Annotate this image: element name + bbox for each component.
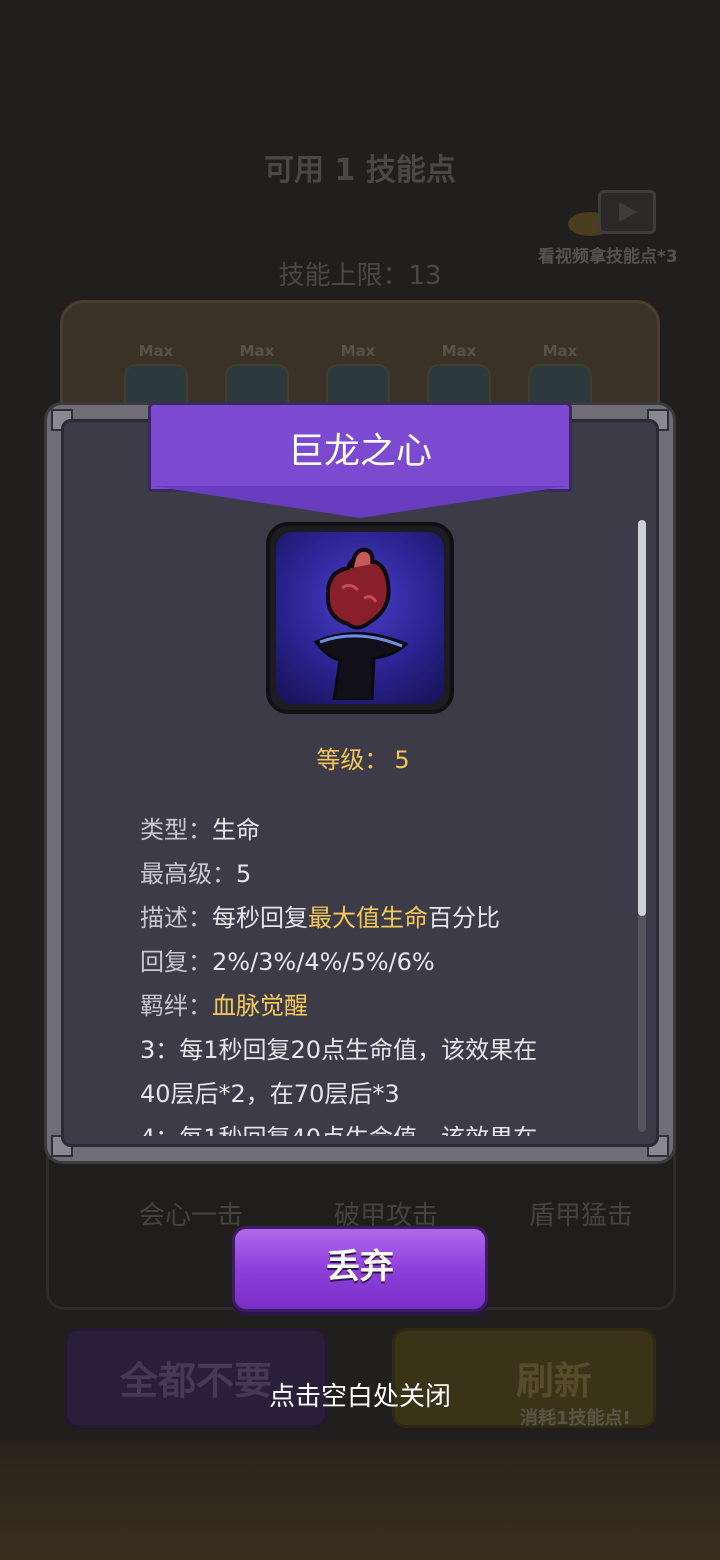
slot-skill-icon [427, 364, 491, 404]
level-label: 等级： [316, 746, 389, 774]
description-text-post: 百分比 [428, 904, 500, 932]
floor-decoration [0, 1440, 720, 1560]
max-tag: Max [138, 342, 174, 360]
ribbon-tip [152, 486, 568, 518]
slot-skill-icon [225, 364, 289, 404]
slot-skill-icon [326, 364, 390, 404]
max-tag: Max [239, 342, 275, 360]
skill-book-slots: Max Max Max Max Max [118, 342, 598, 404]
max-tag: Max [441, 342, 477, 360]
max-level-row: 最高级：5 [140, 852, 630, 896]
skill-limit-label: 技能上限：13 [278, 261, 442, 291]
dragon-heart-icon [276, 532, 444, 704]
book-slot[interactable]: Max [522, 342, 598, 404]
max-tag: Max [542, 342, 578, 360]
bond-row: 羁绊：血脉觉醒 [140, 984, 630, 1028]
type-label: 类型： [140, 816, 212, 844]
bond-tier-4-line-1: 4：每1秒回复40点生命值，该效果在 [140, 1116, 630, 1136]
skill-level: 等级： 5 [0, 740, 720, 775]
description-highlight: 最大值生命 [308, 904, 428, 932]
tap-to-close-hint: 点击空白处关闭 [268, 1382, 451, 1412]
skill-description-scroll[interactable]: 类型：生命 最高级：5 描述：每秒回复最大值生命百分比 回复：2%/3%/4%/… [140, 808, 630, 1136]
discard-button[interactable]: 丢弃 [232, 1226, 488, 1312]
slot-skill-icon [124, 364, 188, 404]
book-slot[interactable]: Max [320, 342, 396, 404]
level-value: 5 [394, 746, 410, 774]
bond-label: 羁绊： [140, 992, 212, 1020]
bond-value: 血脉觉醒 [212, 992, 308, 1020]
description-label: 描述： [140, 904, 212, 932]
max-level-label: 最高级： [140, 860, 236, 888]
max-tag: Max [340, 342, 376, 360]
skill-icon-frame [266, 522, 454, 714]
recover-value: 2%/3%/4%/5%/6% [212, 948, 435, 976]
title-ribbon: 巨龙之心 [148, 402, 572, 520]
skill-name-title: 巨龙之心 [287, 431, 432, 472]
type-row: 类型：生命 [140, 808, 630, 852]
description-row: 描述：每秒回复最大值生命百分比 [140, 896, 630, 940]
book-slot[interactable]: Max [219, 342, 295, 404]
recover-row: 回复：2%/3%/4%/5%/6% [140, 940, 630, 984]
slot-skill-icon [528, 364, 592, 404]
scrollbar-thumb[interactable] [638, 520, 646, 916]
bond-tier-3-line-2: 40层后*2，在70层后*3 [140, 1080, 400, 1108]
max-level-value: 5 [236, 860, 252, 888]
bond-tier-3-line-1: 3：每1秒回复20点生命值，该效果在 [140, 1036, 538, 1064]
available-points-title: 可用 1 技能点 [264, 153, 456, 188]
video-play-icon [598, 190, 656, 234]
description-text-pre: 每秒回复 [212, 904, 308, 932]
book-slot[interactable]: Max [118, 342, 194, 404]
dragon-heart-icon-art [313, 547, 409, 702]
book-slot[interactable]: Max [421, 342, 497, 404]
description-scrollbar[interactable] [638, 520, 646, 1132]
type-value: 生命 [212, 816, 260, 844]
skill-choice-shield-bash[interactable]: 盾甲猛击 [486, 1195, 676, 1232]
recover-label: 回复： [140, 948, 212, 976]
